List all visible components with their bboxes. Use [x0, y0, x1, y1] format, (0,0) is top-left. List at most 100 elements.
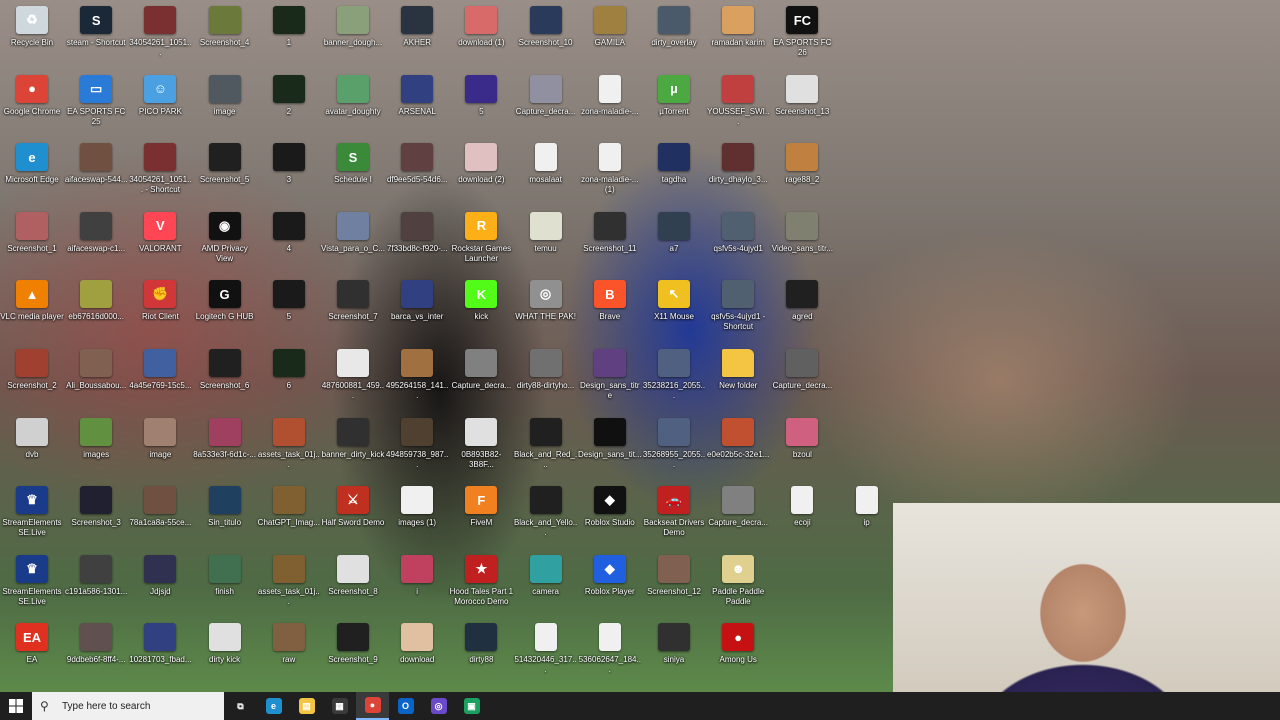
desktop-icon[interactable]: 1 — [257, 6, 321, 48]
desktop-icon[interactable]: e0e02b5c-32e1... — [706, 417, 770, 460]
desktop-icon[interactable]: Screenshot_4 — [193, 6, 257, 48]
taskbar-button[interactable]: ▦ — [323, 692, 356, 720]
desktop-icon[interactable]: qsfv5s-4ujyd1 - Shortcut — [706, 280, 770, 332]
taskbar-search-input[interactable]: ⚲ Type here to search — [32, 692, 224, 720]
desktop-icon[interactable]: agred — [770, 280, 834, 322]
desktop-icon[interactable]: 487600881_459... — [321, 349, 385, 401]
desktop-icon[interactable]: dirty88 — [449, 623, 513, 665]
desktop-icon[interactable]: ▭ EA SPORTS FC 25 — [64, 74, 128, 127]
desktop-icon[interactable]: Screenshot_6 — [193, 349, 257, 391]
desktop-icon[interactable]: 4 — [257, 211, 321, 254]
desktop-icon[interactable]: Capture_decra... — [514, 74, 578, 117]
desktop-icon[interactable]: New folder — [706, 349, 770, 391]
desktop-icon[interactable]: mosalaat — [514, 143, 578, 185]
desktop-icon[interactable]: dirty_dhaylo_3... — [706, 143, 770, 185]
desktop-icon[interactable]: ● Google Chrome — [0, 74, 64, 117]
desktop-icon[interactable]: Capture_decra... — [706, 486, 770, 528]
desktop-icon[interactable]: aifaceswap-544... — [64, 143, 128, 185]
taskbar-button[interactable]: e — [257, 692, 290, 720]
desktop-icon[interactable]: F FiveM — [449, 486, 513, 528]
desktop-icon[interactable]: 8a533e3f-6d1c-... — [193, 417, 257, 460]
desktop-icon[interactable]: 2 — [257, 74, 321, 117]
start-button[interactable] — [0, 692, 32, 720]
desktop-icon[interactable]: a7 — [642, 211, 706, 254]
desktop-icon[interactable]: FC EA SPORTS FC 26 — [770, 6, 834, 58]
desktop-icon[interactable]: images (1) — [385, 486, 449, 528]
desktop-icon[interactable]: ● Among Us — [706, 623, 770, 665]
desktop-icon[interactable]: Design_sans_tit... — [578, 417, 642, 460]
desktop-icon[interactable]: siniya — [642, 623, 706, 665]
desktop-icon[interactable]: AKHER — [385, 6, 449, 48]
desktop-icon[interactable]: Vista_para_o_C... — [321, 211, 385, 254]
desktop-icon[interactable]: ▲ VLC media player — [0, 280, 64, 322]
desktop-icon[interactable]: download — [385, 623, 449, 665]
desktop-icon[interactable]: avatar_doughty — [321, 74, 385, 117]
desktop-icon[interactable]: Sin_titulo — [193, 486, 257, 528]
desktop-icon[interactable]: 78a1ca8a-55ce... — [128, 486, 192, 528]
desktop-icon[interactable]: ◆ Roblox Studio — [578, 486, 642, 528]
desktop-icon[interactable]: temuu — [514, 211, 578, 254]
desktop-icon[interactable]: ♻ Recycle Bin — [0, 6, 64, 48]
desktop-icon[interactable]: Screenshot_2 — [0, 349, 64, 391]
desktop-icon[interactable]: ◎ WHAT THE PAK! — [514, 280, 578, 322]
desktop-icon[interactable]: banner_dough... — [321, 6, 385, 48]
desktop-icon[interactable]: Black_and_Yello... — [514, 486, 578, 538]
desktop-icon[interactable]: assets_task_01j... — [257, 554, 321, 607]
desktop-icon[interactable]: 5 — [449, 74, 513, 117]
desktop-icon[interactable]: 🚗 Backseat Drivers Demo — [642, 486, 706, 538]
desktop-icon[interactable]: Screenshot_9 — [321, 623, 385, 665]
desktop-icon[interactable]: 494859738_987... — [385, 417, 449, 470]
desktop-icon[interactable]: c191a586-1301... — [64, 554, 128, 597]
desktop-icon[interactable]: Screenshot_11 — [578, 211, 642, 254]
desktop-icon[interactable]: S Schedule I — [321, 143, 385, 185]
desktop-icon[interactable]: ARSENAL — [385, 74, 449, 117]
desktop-icon[interactable]: eb67616d000... — [64, 280, 128, 322]
desktop-icon[interactable]: ChatGPT_Imag... — [257, 486, 321, 528]
desktop-icon[interactable]: Ali_Boussabou... — [64, 349, 128, 391]
desktop-icon[interactable]: image — [128, 417, 192, 460]
desktop-icon[interactable]: dirty88-dirtyho... — [514, 349, 578, 391]
desktop-icon[interactable]: zona-maladie-... (1) — [578, 143, 642, 195]
desktop-icon[interactable]: 0B893B82-3B8F... — [449, 417, 513, 470]
desktop-icon[interactable]: 7f33bd8c-f920-... — [385, 211, 449, 254]
desktop-icon[interactable]: download (2) — [449, 143, 513, 185]
desktop-icon[interactable]: 536062647_184... — [578, 623, 642, 675]
desktop-icon[interactable]: ★ Hood Tales Part 1 Morocco Demo — [449, 554, 513, 607]
desktop-icon[interactable]: ⚔ Half Sword Demo — [321, 486, 385, 528]
desktop-icon[interactable]: Screenshot_5 — [193, 143, 257, 185]
desktop-icon[interactable]: 495264158_141... — [385, 349, 449, 401]
desktop-icon[interactable]: Black_and_Red_... — [514, 417, 578, 470]
taskbar-button[interactable]: ▤ — [290, 692, 323, 720]
desktop-icon[interactable]: G Logitech G HUB — [193, 280, 257, 322]
desktop-icon[interactable]: Screenshot_10 — [514, 6, 578, 48]
desktop-icon[interactable]: R Rockstar Games Launcher — [449, 211, 513, 264]
desktop-icon[interactable]: Capture_decra... — [449, 349, 513, 391]
desktop-icon[interactable]: barca_vs_inter — [385, 280, 449, 322]
taskbar-button[interactable]: O — [389, 692, 422, 720]
desktop-icon[interactable]: B Brave — [578, 280, 642, 322]
desktop-icon[interactable]: i — [385, 554, 449, 597]
desktop-icon[interactable]: 3 — [257, 143, 321, 185]
desktop-icon[interactable]: Video_sans_titr... — [770, 211, 834, 254]
desktop-icon[interactable]: 514320446_317... — [514, 623, 578, 675]
taskbar-button[interactable]: ◎ — [422, 692, 455, 720]
desktop-icon[interactable]: ♛ StreamElements SE.Live — [0, 486, 64, 538]
taskbar-button[interactable]: ▣ — [455, 692, 488, 720]
desktop-icon[interactable]: Screenshot_12 — [642, 554, 706, 597]
desktop-icon[interactable]: df9ee5d5-54d6... — [385, 143, 449, 185]
desktop-icon[interactable]: raw — [257, 623, 321, 665]
desktop-icon[interactable]: Ssteam - Shortcut — [64, 6, 128, 48]
desktop-icon[interactable]: banner_dirty_kick — [321, 417, 385, 460]
desktop-icon[interactable]: Screenshot_13 — [770, 74, 834, 117]
desktop-icon[interactable]: ↖ X11 Mouse — [642, 280, 706, 322]
desktop-icon[interactable]: ◆ Roblox Player — [578, 554, 642, 597]
desktop-icon[interactable]: 4a45e769-15c5... — [128, 349, 192, 391]
desktop-icon[interactable]: image — [193, 74, 257, 117]
desktop-icon[interactable]: download (1) — [449, 6, 513, 48]
desktop-icon[interactable]: zona-maladie-... — [578, 74, 642, 117]
desktop-icon[interactable]: YOUSSEF_SWI... — [706, 74, 770, 127]
desktop-icon[interactable]: dirty kick — [193, 623, 257, 665]
desktop-icon[interactable]: bzoul — [770, 417, 834, 460]
desktop-icon[interactable]: 34054261_1051... — [128, 6, 192, 58]
desktop-icon[interactable]: Design_sans_titre — [578, 349, 642, 401]
